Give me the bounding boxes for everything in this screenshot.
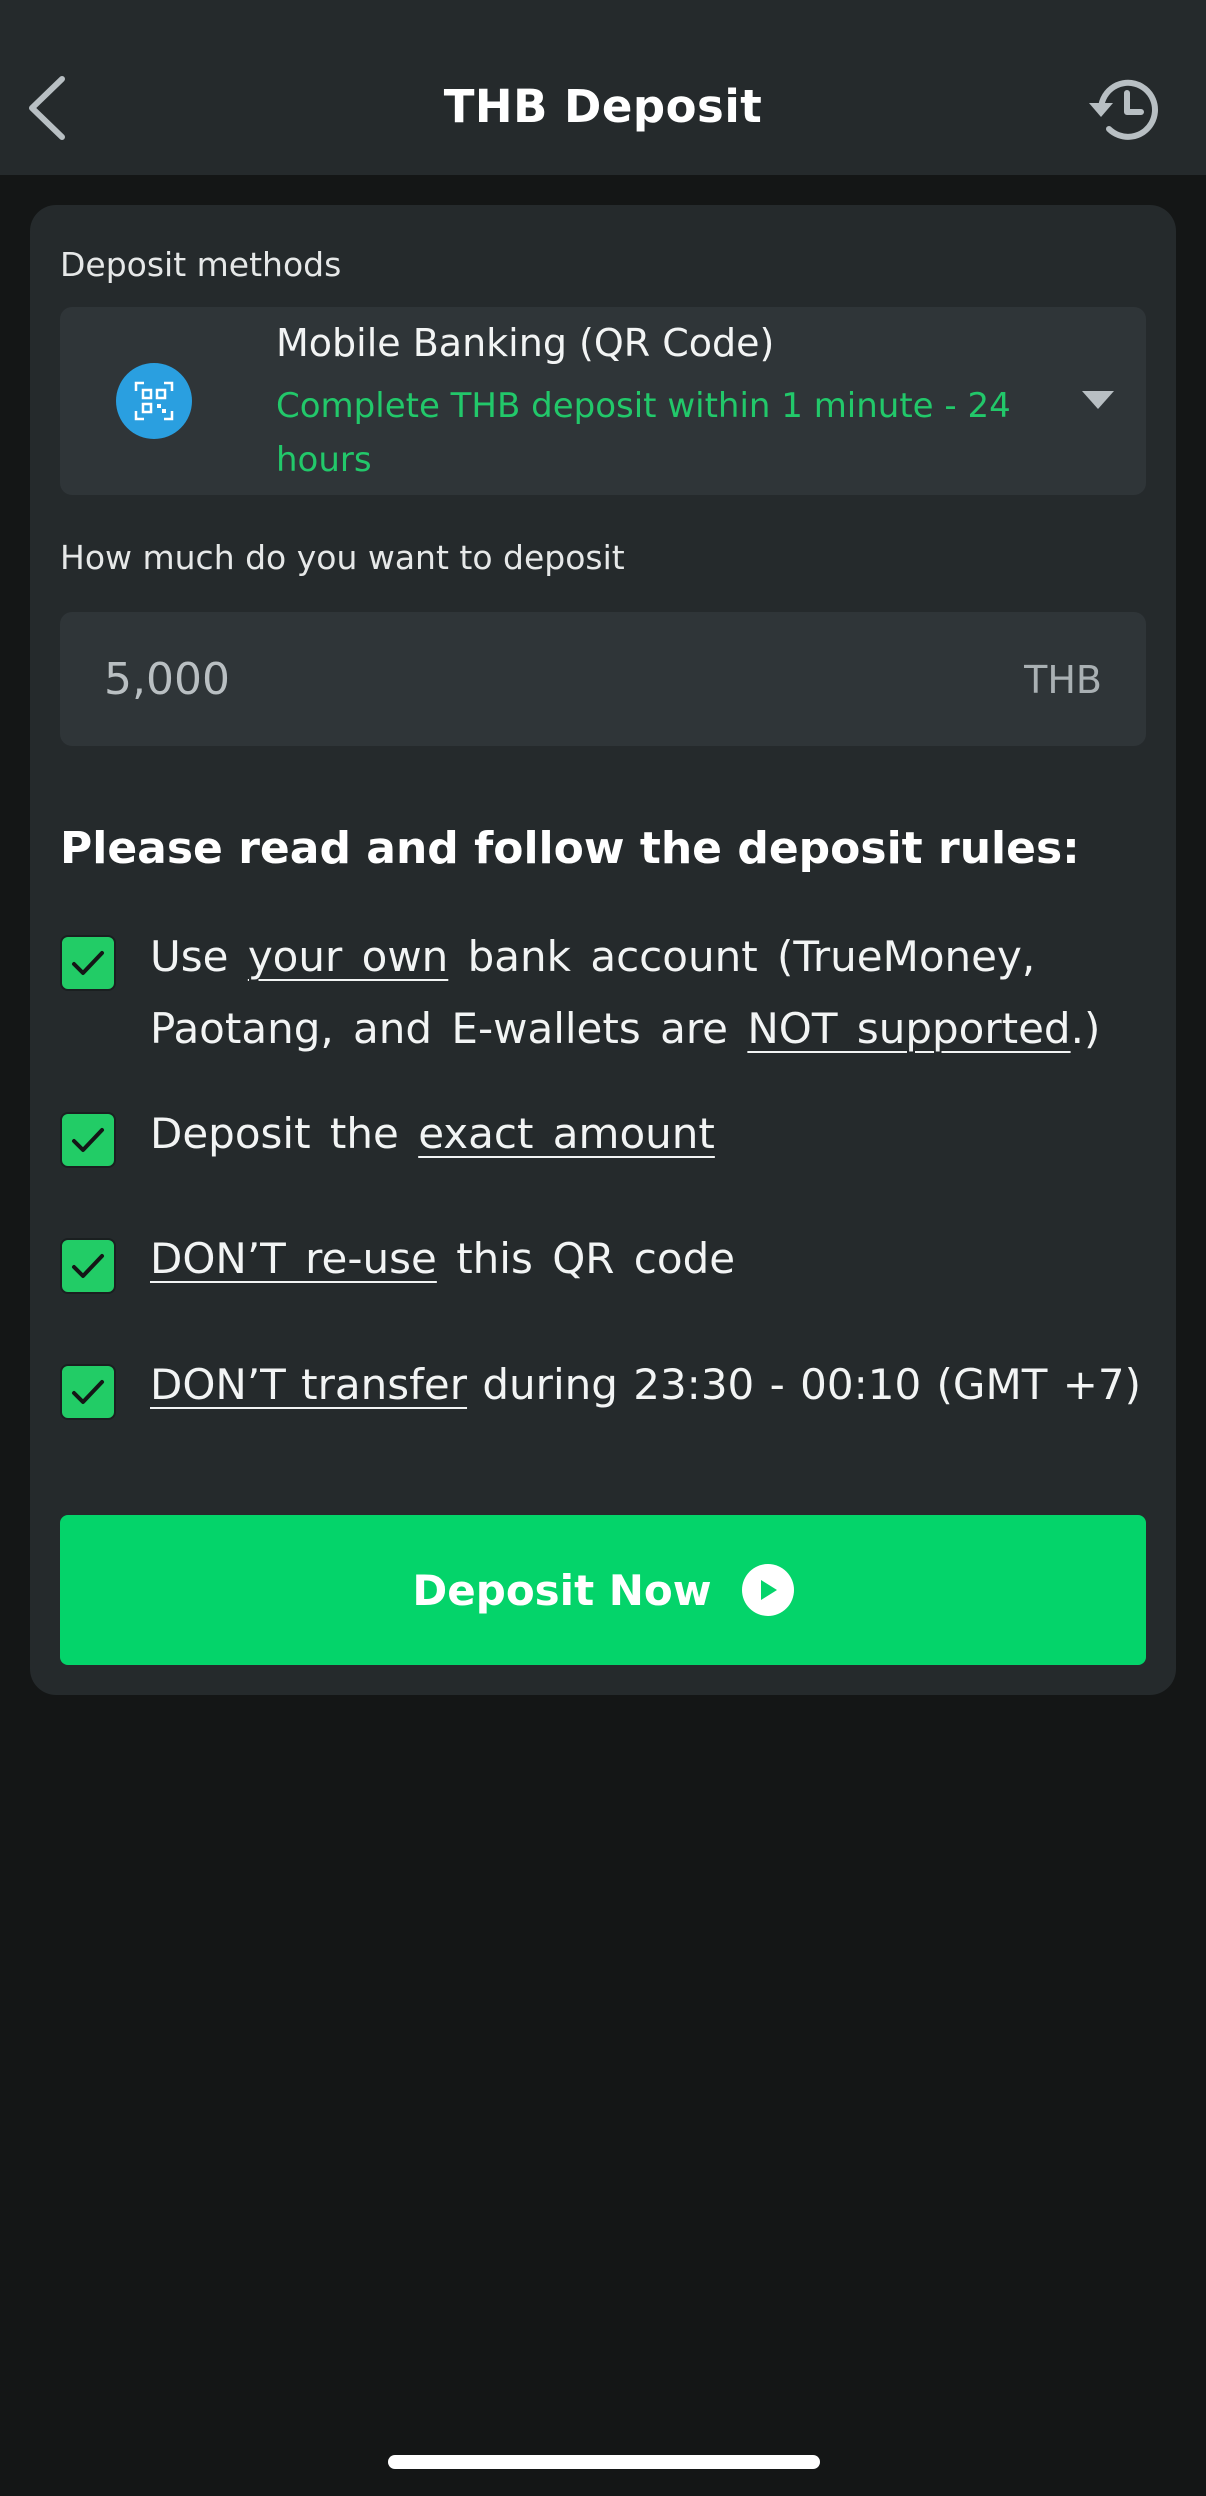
rule-text-part: during 23:30 - 00:10 (GMT +7) (467, 1360, 1141, 1409)
deposit-method-subtitle: Complete THB deposit within 1 minute - 2… (276, 386, 1011, 480)
rule-checkbox[interactable] (60, 1364, 116, 1420)
checkmark-icon (72, 951, 104, 975)
rules-title: Please read and follow the deposit rules… (60, 823, 1080, 874)
caret-down-icon (1082, 391, 1114, 409)
rule-text-part: Deposit the (150, 1109, 419, 1158)
history-button[interactable] (1084, 70, 1164, 150)
rule-emphasis: DON’T re-use (150, 1234, 437, 1283)
home-indicator (388, 2455, 820, 2469)
rule-text: Deposit the exact amount (150, 1098, 1150, 1170)
currency-label: THB (1024, 658, 1102, 702)
deposit-now-button[interactable]: Deposit Now (60, 1515, 1146, 1665)
page-title: THB Deposit (443, 80, 763, 133)
checkmark-icon (72, 1128, 104, 1152)
rule-text-part: .) (1070, 1004, 1101, 1053)
rule-checkbox[interactable] (60, 935, 116, 991)
deposit-card: Deposit methods Mobile Banking (QR Code)… (30, 205, 1176, 1695)
rule-text-part: this QR code (436, 1234, 736, 1283)
rule-text: DON’T re-use this QR code (150, 1223, 1150, 1295)
rule-text: Use your own bank account (TrueMoney, Pa… (150, 921, 1150, 1065)
history-clock-icon (1089, 79, 1158, 140)
amount-label: How much do you want to deposit (60, 538, 625, 577)
deposit-now-label: Deposit Now (412, 1565, 712, 1615)
top-bar: THB Deposit (0, 0, 1206, 175)
rule-emphasis: DON’T transfer (150, 1360, 468, 1409)
checkmark-icon (72, 1380, 104, 1404)
rule-checkbox[interactable] (60, 1112, 116, 1168)
deposit-method-name: Mobile Banking (QR Code) (276, 321, 775, 365)
rule-text-part: Use (150, 932, 248, 981)
deposit-method-select[interactable]: Mobile Banking (QR Code) Complete THB de… (60, 307, 1146, 495)
rule-emphasis: your own (247, 932, 449, 981)
amount-input[interactable] (104, 644, 904, 714)
amount-field[interactable]: THB (60, 612, 1146, 746)
rule-text: DON’T transfer during 23:30 - 00:10 (GMT… (150, 1349, 1150, 1421)
rule-checkbox[interactable] (60, 1238, 116, 1294)
play-circle-icon (741, 1564, 794, 1616)
qr-code-icon (116, 363, 192, 439)
checkmark-icon (72, 1254, 104, 1278)
deposit-methods-label: Deposit methods (60, 245, 342, 284)
rule-emphasis: exact amount (418, 1109, 715, 1158)
rule-emphasis: NOT supported (747, 1004, 1071, 1053)
